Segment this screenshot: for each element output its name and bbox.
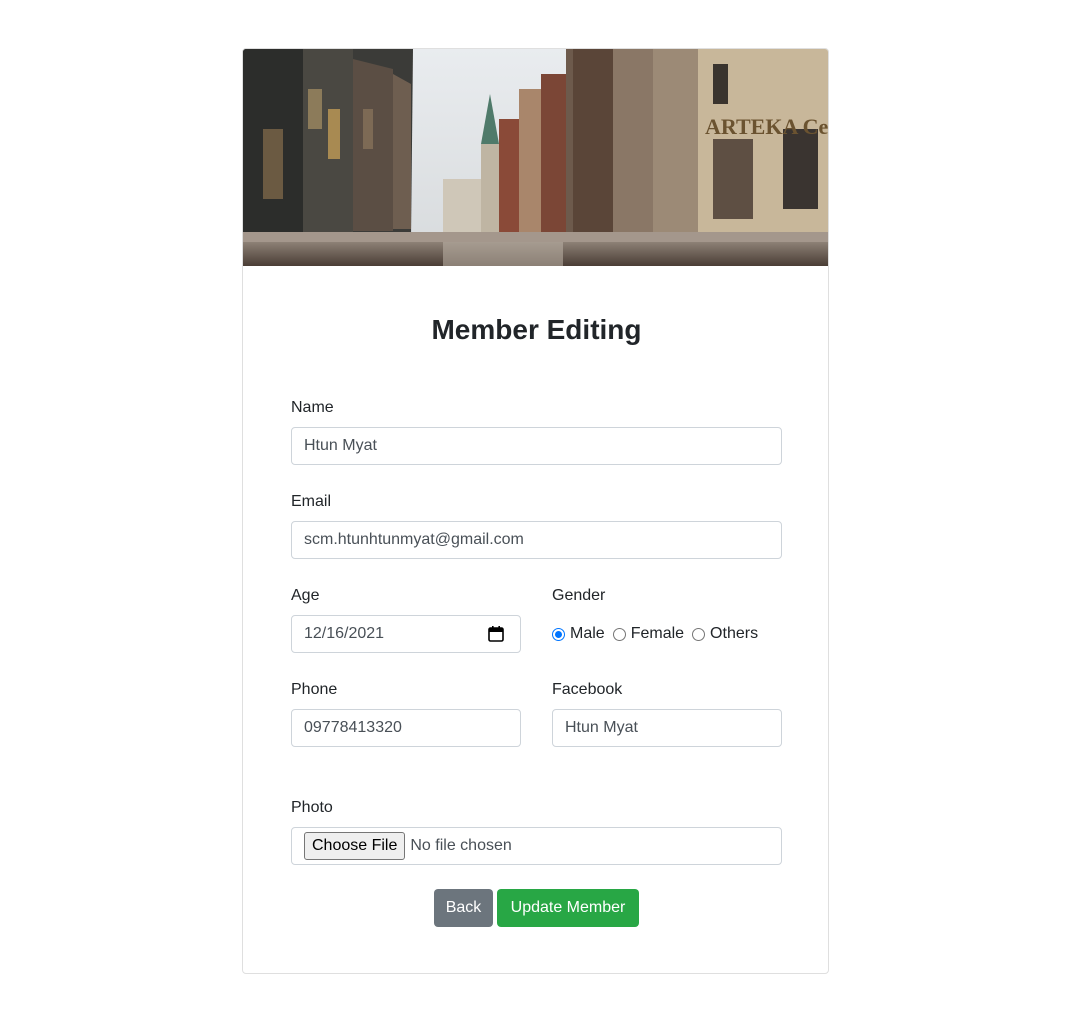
gender-radio-female[interactable] [612, 627, 626, 641]
name-input[interactable]: Htun Myat [291, 427, 782, 465]
page-title: Member Editing [431, 314, 642, 345]
gender-radio-group: Male Female Others [552, 624, 766, 644]
gender-label: Gender [552, 587, 606, 604]
member-edit-card: ARTEKA Ce Member Editing Name Htun Myat … [242, 48, 829, 974]
facebook-input[interactable]: Htun Myat [552, 709, 782, 747]
gender-radio-others[interactable] [692, 627, 706, 641]
email-label: Email [291, 493, 332, 510]
age-date-value: 12/16/2021 [304, 625, 385, 642]
gender-option-label: Male [570, 625, 605, 642]
gender-option-label: Female [630, 625, 685, 642]
update-member-button[interactable]: Update Member [497, 889, 639, 927]
name-label: Name [291, 399, 334, 416]
svg-text:ARTEKA Ce: ARTEKA Ce [705, 114, 829, 139]
age-label: Age [291, 587, 320, 604]
choose-file-button[interactable]: Choose File [304, 832, 406, 860]
gender-option-label: Others [710, 625, 759, 642]
calendar-icon[interactable] [488, 626, 504, 642]
facebook-label: Facebook [552, 681, 623, 698]
phone-label: Phone [291, 681, 338, 698]
photo-label: Photo [291, 799, 333, 816]
file-status-text: No file chosen [410, 837, 512, 854]
phone-input[interactable]: 09778413320 [291, 709, 521, 747]
photo-file-input[interactable]: Choose File No file chosen [291, 827, 782, 865]
email-input[interactable]: scm.htunhtunmyat@gmail.com [291, 521, 782, 559]
gender-radio-male[interactable] [552, 627, 565, 641]
street-banner-image: ARTEKA Ce [243, 49, 829, 266]
back-button[interactable]: Back [434, 889, 493, 927]
age-date-input[interactable]: 12/16/2021 [291, 615, 521, 653]
